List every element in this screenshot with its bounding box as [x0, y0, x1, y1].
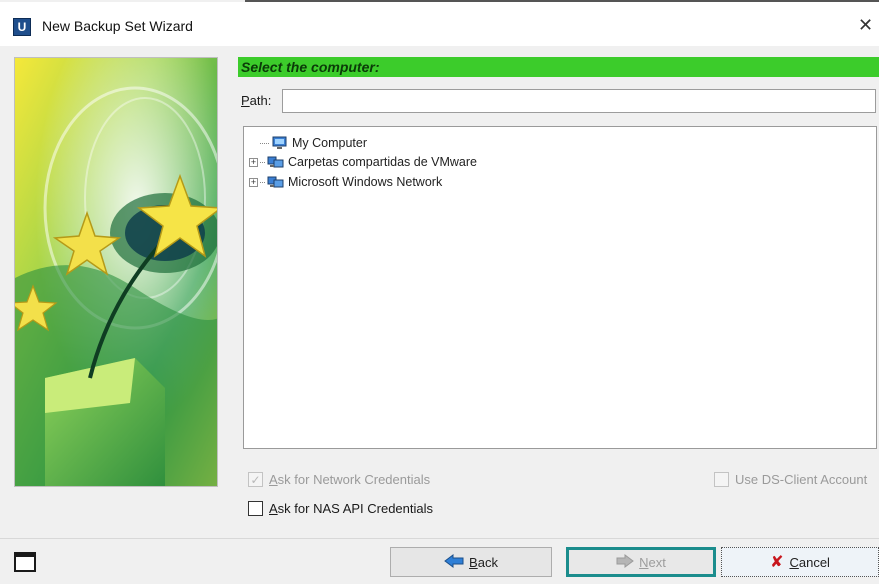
tree-connector — [260, 181, 265, 183]
ask-network-credentials-label: Ask for Network Credentials — [269, 472, 431, 487]
tree-connector — [260, 142, 269, 144]
computer-tree[interactable]: My Computer + Carpetas compartidas de VM… — [243, 126, 877, 449]
tree-item-label: My Computer — [292, 136, 368, 150]
use-ds-client-account-checkbox[interactable] — [714, 472, 729, 487]
use-ds-client-account-option: Use DS-Client Account — [714, 472, 867, 487]
tree-item-label: Carpetas compartidas de VMware — [288, 155, 477, 169]
use-ds-client-account-label: Use DS-Client Account — [735, 472, 868, 487]
computer-icon — [271, 136, 288, 150]
ask-network-credentials-option: ✓ Ask for Network Credentials — [248, 472, 430, 487]
network-share-icon — [267, 155, 284, 169]
network-icon — [267, 175, 284, 189]
window-restore-icon[interactable] — [14, 552, 36, 572]
cancel-x-icon: ✘ — [770, 554, 784, 571]
wizard-artwork — [14, 57, 218, 487]
tree-connector — [260, 161, 265, 163]
expand-plus-icon[interactable]: + — [249, 157, 258, 167]
section-header: Select the computer: — [238, 57, 879, 77]
next-button[interactable]: Next — [566, 547, 716, 577]
next-arrow-icon — [616, 553, 634, 571]
back-button[interactable]: Back — [390, 547, 552, 577]
next-button-label: Next — [639, 554, 666, 570]
cancel-button[interactable]: ✘ Cancel — [721, 547, 879, 577]
path-label: Path: — [241, 93, 272, 108]
expand-plus-icon[interactable]: + — [249, 177, 258, 187]
app-icon: U — [13, 18, 31, 36]
footer-separator — [0, 538, 879, 539]
title-bar[interactable]: U New Backup Set Wizard ✕ — [0, 2, 879, 46]
wizard-window: U New Backup Set Wizard ✕ Select the com… — [0, 0, 879, 584]
tree-item-vmware-shared[interactable]: + Carpetas compartidas de VMware — [249, 153, 477, 171]
ask-nas-credentials-option: Ask for NAS API Credentials — [248, 501, 433, 516]
back-arrow-icon — [444, 553, 464, 571]
tree-item-label: Microsoft Windows Network — [288, 175, 443, 189]
path-input[interactable] — [282, 89, 876, 113]
close-icon[interactable]: ✕ — [858, 15, 873, 36]
tree-item-my-computer[interactable]: My Computer — [256, 134, 367, 152]
ask-nas-credentials-checkbox[interactable] — [248, 501, 263, 516]
window-title: New Backup Set Wizard — [42, 18, 193, 34]
cancel-button-label: Cancel — [789, 554, 830, 570]
wizard-artwork-image — [15, 58, 217, 486]
ask-network-credentials-checkbox[interactable]: ✓ — [248, 472, 263, 487]
tree-item-windows-network[interactable]: + Microsoft Windows Network — [249, 173, 442, 191]
ask-nas-credentials-label: Ask for NAS API Credentials — [269, 501, 434, 516]
back-button-label: Back — [469, 554, 498, 570]
